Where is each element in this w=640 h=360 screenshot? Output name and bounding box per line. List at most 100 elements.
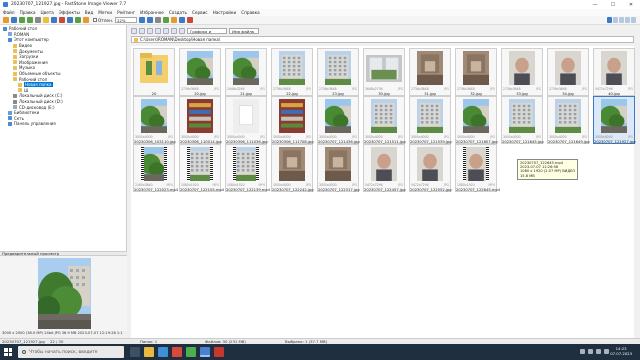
image-thumbnail[interactable]: 5472x7296 JPG 20230707_122457.jpg <box>363 144 406 192</box>
image-thumbnail[interactable]: 3000x4000 JPG 20230707_121645.jpg <box>501 96 544 144</box>
sort-select[interactable]: Имя файла <box>229 27 259 34</box>
zoom-in-icon[interactable] <box>139 17 146 23</box>
settings-icon[interactable] <box>187 17 194 23</box>
delete-icon[interactable] <box>59 17 65 23</box>
network-icon[interactable] <box>588 349 593 354</box>
nav-star-button[interactable] <box>179 27 185 34</box>
list-view-icon[interactable] <box>613 17 618 23</box>
clock[interactable]: 14:23 07.07.2023 <box>610 346 632 356</box>
refresh-icon[interactable] <box>51 17 57 23</box>
menu-item[interactable]: Вид <box>85 10 94 15</box>
video-thumbnail[interactable]: 1080x1920 MP4 20230707_122105.mp4 <box>179 144 224 192</box>
image-thumbnail[interactable]: 2448x3264 JPG 21.jpg <box>225 48 267 96</box>
image-thumbnail[interactable]: 3000x4000 JPG 20230707_122242.jpg <box>271 144 314 192</box>
forward-icon[interactable] <box>27 17 33 23</box>
image-thumbnail[interactable]: 2736x3648 JPG 31.jpg <box>409 48 451 96</box>
menu-item[interactable]: Настройки <box>213 10 237 15</box>
image-thumbnail[interactable]: 3000x4000 JPG 20230707_121927.jpg <box>593 96 636 144</box>
image-thumbnail[interactable]: 2736x3648 JPG 20.jpg <box>179 48 221 96</box>
copy-icon[interactable] <box>67 17 73 23</box>
image-thumbnail[interactable]: 2736x3648 JPG 33.jpg <box>501 48 543 96</box>
email-icon[interactable] <box>171 17 178 23</box>
image-thumbnail[interactable]: 3000x4000 JPG 20230306_111036.jpg <box>225 96 268 144</box>
menu-item[interactable]: Правка <box>20 10 36 15</box>
favorites-icon[interactable] <box>43 17 49 23</box>
image-thumbnail[interactable]: 3000x4000 JPG 20230707_122317.jpg <box>317 144 360 192</box>
menu-item[interactable]: Цвета <box>41 10 54 15</box>
image-thumbnail[interactable]: 5472x7296 JPG 40.jpg <box>593 48 635 96</box>
image-thumbnail[interactable]: 3000x4000 JPG 20230306_103110.jpg <box>133 96 176 144</box>
rotate-icon[interactable] <box>83 17 89 23</box>
image-thumbnail[interactable]: 3000x4000 JPG 20230707_121511.jpg <box>363 96 406 144</box>
menu-item[interactable]: Создать <box>169 10 187 15</box>
checkbox-box[interactable] <box>93 18 97 22</box>
show-option-checkbox[interactable]: Отлен. <box>93 18 113 23</box>
folder-icon <box>8 121 12 126</box>
menu-item[interactable]: Эффекты <box>59 10 80 15</box>
folder-thumbnail[interactable]: 20 <box>133 48 175 96</box>
task-view-icon[interactable] <box>130 347 140 357</box>
file-filter-select[interactable]: Графика и видео <box>187 27 227 39</box>
image-thumbnail[interactable]: 3000x4000 JPG 20230707_121539.jpg <box>409 96 452 144</box>
app-red-icon[interactable] <box>214 347 224 357</box>
image-thumbnail[interactable]: 3648x2736 JPG 30.jpg <box>363 48 405 96</box>
thumbnail-format: JPG <box>213 87 219 91</box>
browser-icon[interactable] <box>158 347 168 357</box>
up-icon[interactable] <box>35 17 41 23</box>
close-button[interactable]: ✕ <box>622 0 640 9</box>
menu-item[interactable]: Рейтинг <box>117 10 135 15</box>
slideshow-icon[interactable] <box>163 17 170 23</box>
nav-up-button[interactable] <box>147 27 153 34</box>
image-thumbnail[interactable]: 3000x4000 JPG 20230707_121436.jpg <box>317 96 360 144</box>
explorer-icon[interactable] <box>144 347 154 357</box>
image-thumbnail[interactable]: 3000x4000 JPG 20230306_110014.jpg <box>179 96 222 144</box>
image-thumbnail[interactable]: 3000x4000 JPG 20230707_121649.jpg <box>547 96 590 144</box>
image-thumbnail[interactable]: 2736x3648 JPG 23.jpg <box>317 48 359 96</box>
menu-item[interactable]: Метки <box>98 10 112 15</box>
tree-view-icon[interactable] <box>631 17 636 23</box>
browse-icon[interactable] <box>11 17 17 23</box>
nav-home-button[interactable] <box>171 27 177 34</box>
image-thumbnail[interactable]: 3000x4000 JPG 20230707_121607.jpg <box>455 96 498 144</box>
nav-back-button[interactable] <box>131 27 137 34</box>
image-thumbnail[interactable]: 2736x3648 JPG 32.jpg <box>455 48 497 96</box>
nav-refresh-button[interactable] <box>163 27 169 34</box>
zoom-out-icon[interactable] <box>147 17 154 23</box>
print-icon[interactable] <box>179 17 186 23</box>
move-icon[interactable] <box>75 17 81 23</box>
menu-item[interactable]: Справка <box>241 10 259 15</box>
thumbs-view-icon[interactable] <box>607 17 612 23</box>
tree-item[interactable]: Панель управления <box>8 121 56 127</box>
menu-item[interactable]: Сервис <box>192 10 208 15</box>
start-button[interactable] <box>4 348 12 356</box>
details-view-icon[interactable] <box>619 17 624 23</box>
nav-forward-button[interactable] <box>139 27 145 34</box>
zoom-select[interactable]: 22% <box>115 17 138 23</box>
app-green-icon[interactable] <box>186 347 196 357</box>
chrome-icon[interactable] <box>172 347 182 357</box>
taskbar-search[interactable]: Чтобы начать поиск, введите <box>18 346 124 358</box>
preview-view-icon[interactable] <box>625 17 630 23</box>
video-thumbnail[interactable]: 1080x1920 MP4 20230707_122139.mp4 <box>225 144 270 192</box>
video-thumbnail[interactable]: 2160x3840 MP4 20230707_122023.mp4 <box>133 144 178 192</box>
image-thumbnail[interactable]: 2736x3648 JPG 34.jpg <box>547 48 589 96</box>
menu-item[interactable]: Файл <box>3 10 15 15</box>
image-thumbnail[interactable]: 5472x7296 JPG 20230707_122552.jpg <box>409 144 452 192</box>
image-thumbnail[interactable]: 2736x3648 JPG 22.jpg <box>271 48 313 96</box>
back-icon[interactable] <box>19 17 25 23</box>
preview-image[interactable] <box>38 258 91 329</box>
nav-history-button[interactable] <box>155 27 161 34</box>
video-thumbnail[interactable]: 1080x1920 MP4 20230707_122645.mp4 <box>455 144 500 192</box>
tray-chevron-icon[interactable] <box>580 349 585 354</box>
fit-icon[interactable] <box>155 17 162 23</box>
open-icon[interactable] <box>3 17 9 23</box>
language-icon[interactable] <box>604 349 609 354</box>
minimize-button[interactable]: — <box>586 0 604 9</box>
maximize-button[interactable]: ☐ <box>604 0 622 9</box>
menu-item[interactable]: Избранное <box>140 10 164 15</box>
image-thumbnail[interactable]: 3000x4000 JPG 20230306_111708.jpg <box>271 96 314 144</box>
faststone-icon[interactable] <box>200 347 210 357</box>
thumbnail-meta: 1080x1920 MP4 <box>457 183 495 187</box>
volume-icon[interactable] <box>596 349 601 354</box>
address-bar[interactable]: C:\Users\ROMAN\Desktop\Новая папка\ <box>131 36 634 43</box>
